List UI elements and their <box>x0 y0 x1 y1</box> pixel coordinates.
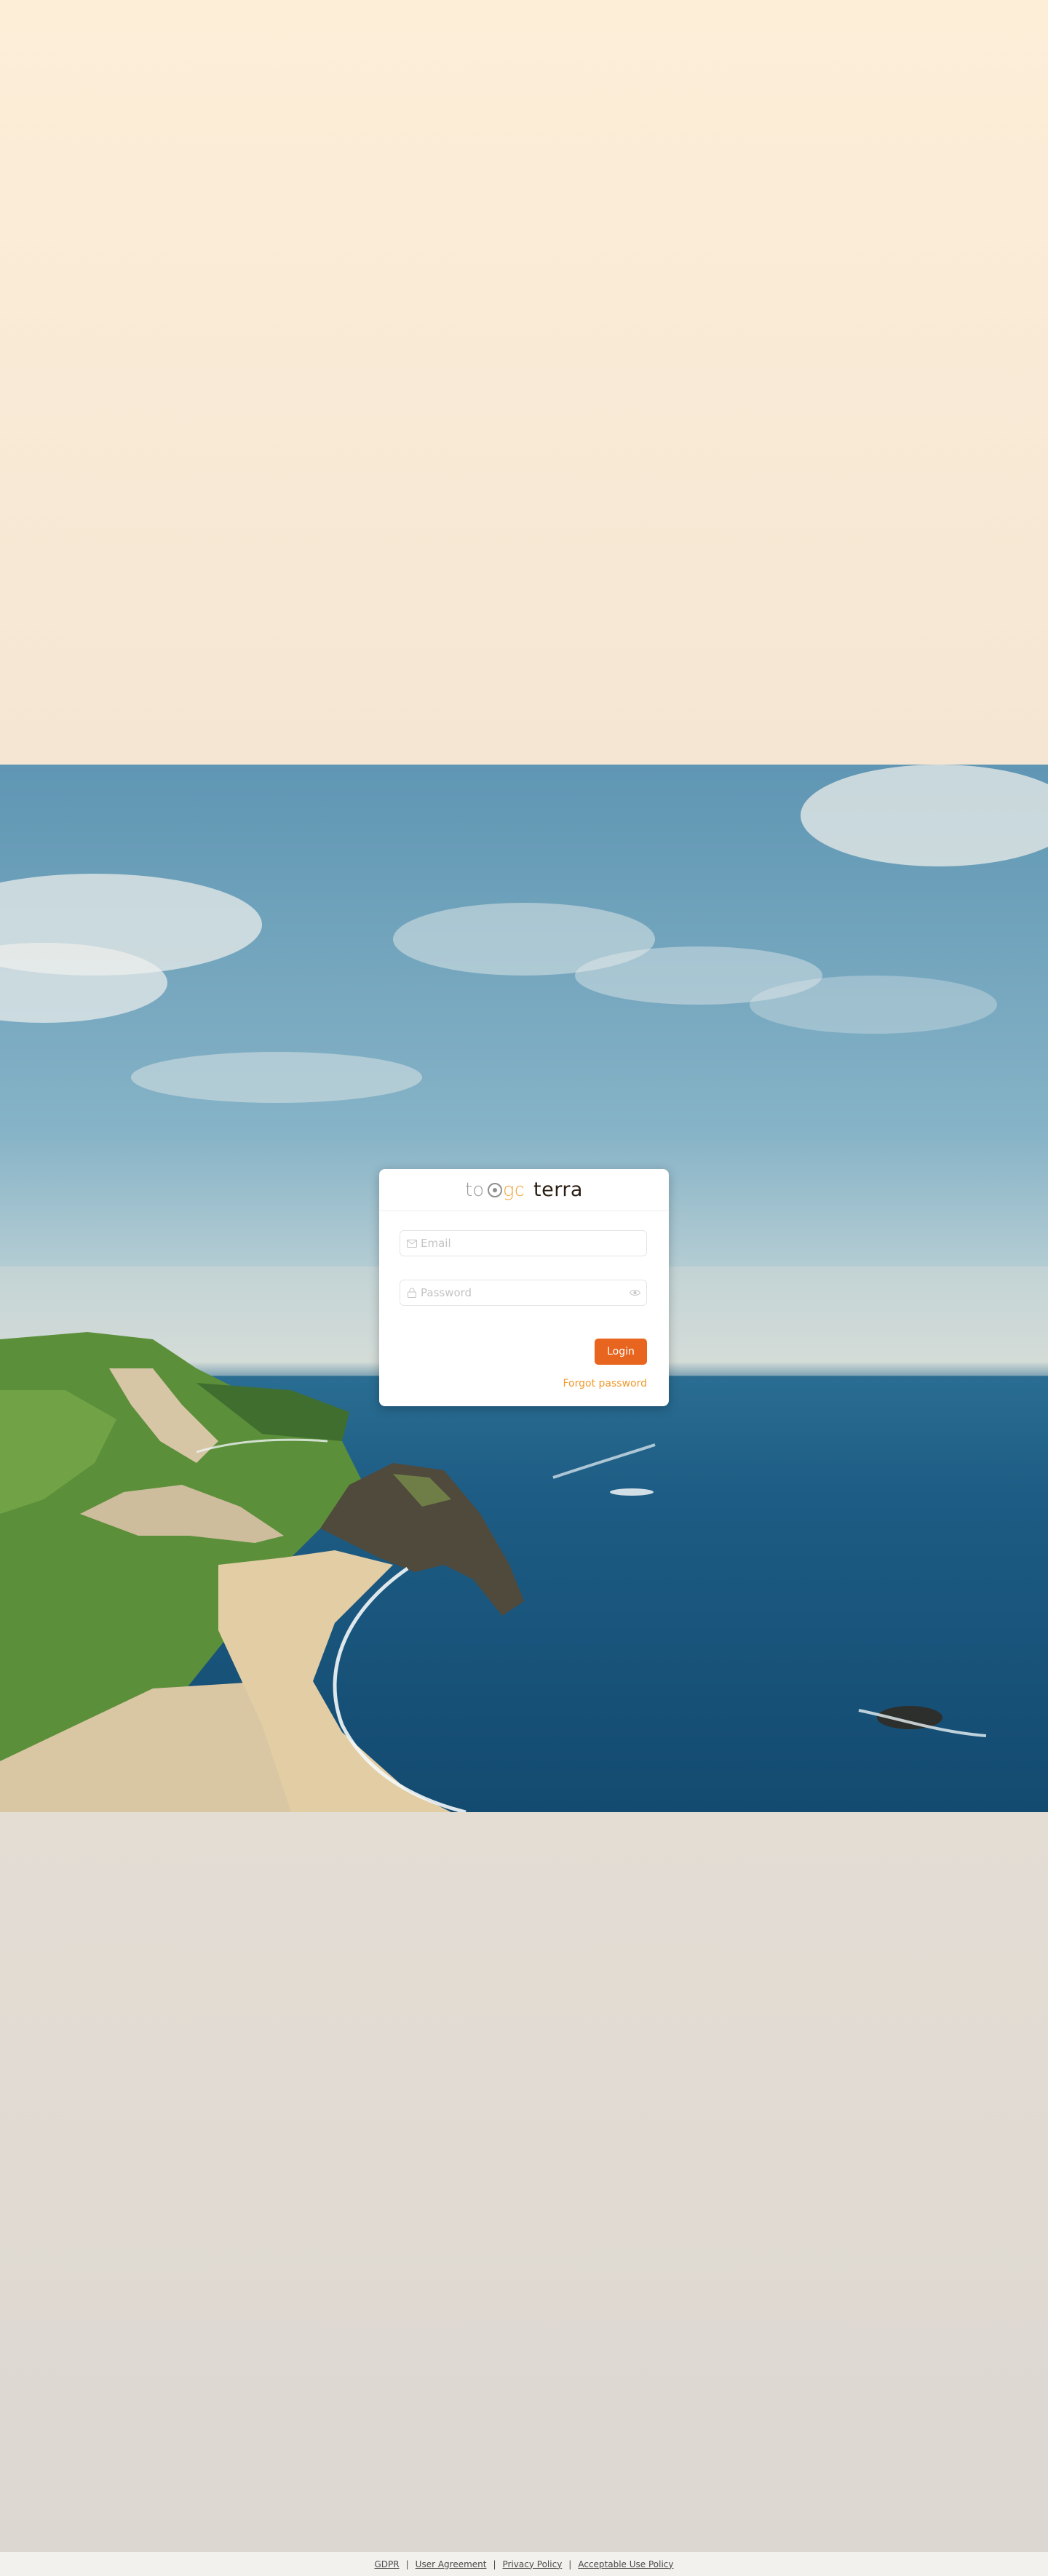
user-agreement-link[interactable]: User Agreement <box>416 2559 487 2569</box>
login-card-header: to go terra <box>379 1169 669 1211</box>
toogo-logo-mark: to go <box>465 1179 523 1201</box>
eye-icon[interactable] <box>629 1287 640 1299</box>
login-button[interactable]: Login <box>595 1339 647 1365</box>
mail-icon <box>406 1237 418 1249</box>
svg-text:go: go <box>503 1179 523 1201</box>
gdpr-link[interactable]: GDPR <box>374 2559 399 2569</box>
lock-icon <box>406 1287 418 1299</box>
svg-text:to: to <box>465 1179 484 1201</box>
product-name: terra <box>533 1179 583 1201</box>
footer-separator: | <box>493 2559 496 2569</box>
toogo-logo: to go <box>465 1179 523 1202</box>
footer-separator: | <box>405 2559 409 2569</box>
footer-separator: | <box>568 2559 572 2569</box>
password-input[interactable] <box>418 1286 629 1299</box>
acceptable-use-policy-link[interactable]: Acceptable Use Policy <box>578 2559 673 2569</box>
forgot-password-link[interactable]: Forgot password <box>563 1378 648 1389</box>
privacy-policy-link[interactable]: Privacy Policy <box>503 2559 563 2569</box>
email-field[interactable] <box>400 1230 647 1256</box>
email-input[interactable] <box>418 1237 640 1250</box>
login-card: to go terra Login Forgot password <box>379 1169 669 1406</box>
footer: GDPR | User Agreement | Privacy Policy |… <box>0 2552 1048 2576</box>
password-field[interactable] <box>400 1280 647 1306</box>
